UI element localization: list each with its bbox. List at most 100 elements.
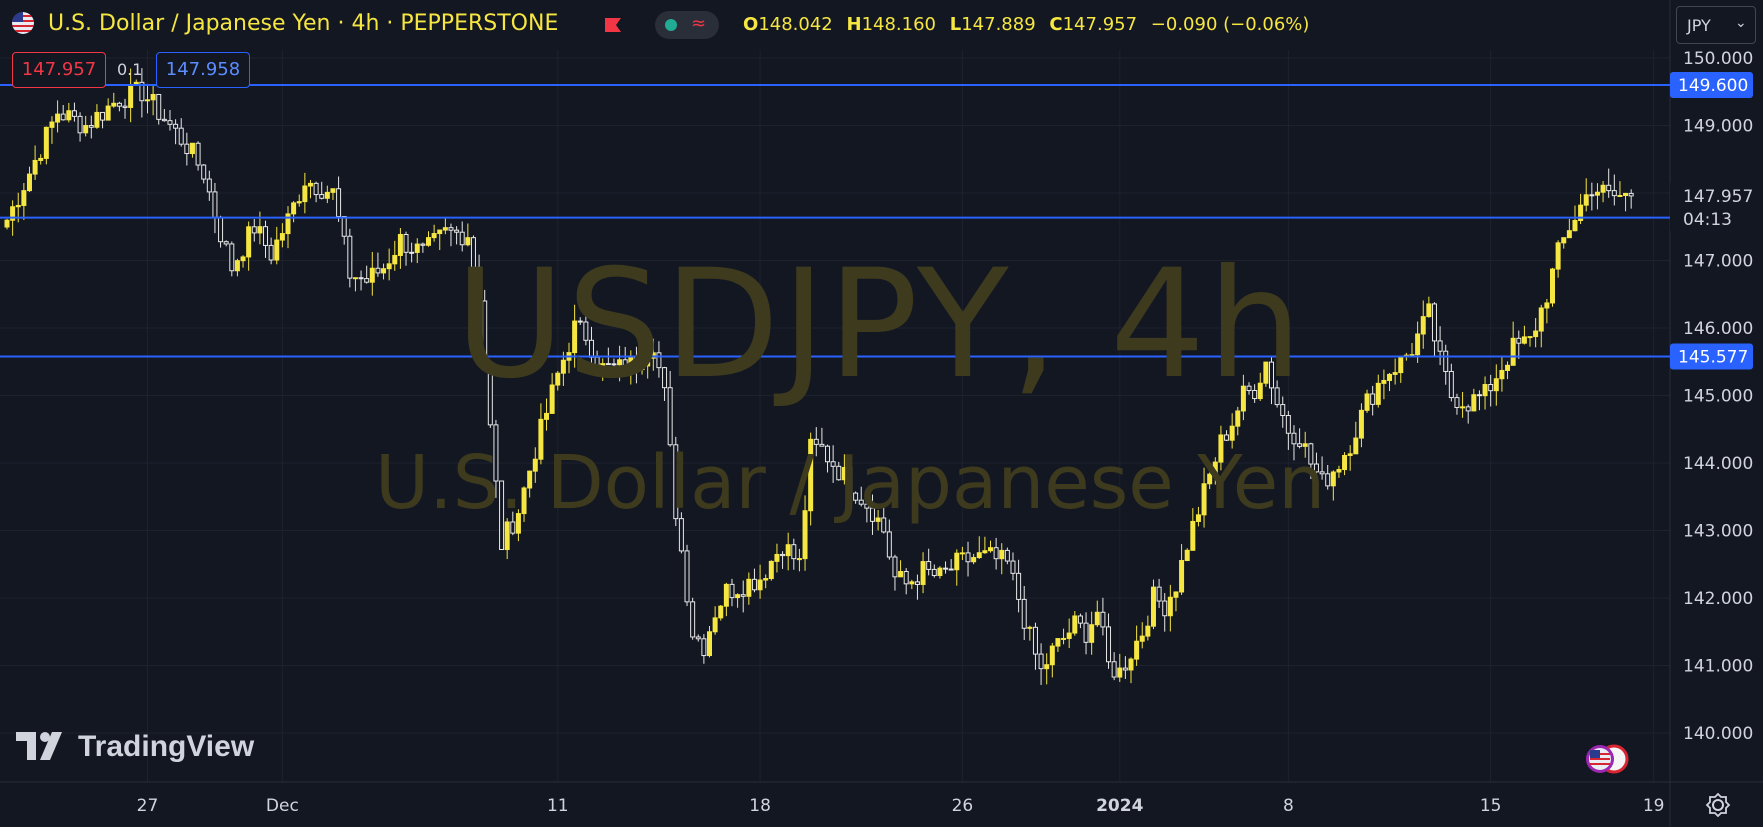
candle-body xyxy=(1083,622,1089,643)
candle-body xyxy=(735,594,741,599)
candle-body xyxy=(943,567,949,570)
candle-body xyxy=(1387,373,1393,381)
x-tick-label: 19 xyxy=(1643,796,1665,816)
candle-body xyxy=(77,115,83,134)
candle-body xyxy=(364,278,370,283)
y-tick-label: 146.000 xyxy=(1683,319,1753,339)
candle-body xyxy=(718,605,724,619)
candle-body xyxy=(319,194,325,199)
candle-body xyxy=(1150,586,1156,627)
candle-body xyxy=(774,553,780,562)
price-axis[interactable]: 140.000 141.000 142.000 143.000 144.000 145.0… xyxy=(1670,49,1758,744)
candle-body xyxy=(414,243,420,253)
tradingview-logo[interactable]: TradingView xyxy=(16,730,254,766)
candle-body xyxy=(886,531,892,558)
candle-body xyxy=(1134,640,1140,660)
candle-body xyxy=(347,235,353,279)
candle-body xyxy=(1606,184,1612,192)
price-chart[interactable]: 140.000 141.000 142.000 143.000 144.000 145.0… xyxy=(0,0,1763,827)
candle-body xyxy=(105,105,111,121)
candle-body xyxy=(898,571,904,578)
candle-body xyxy=(307,182,313,187)
candle-body xyxy=(976,552,982,559)
y-tick-label: 149.000 xyxy=(1683,117,1753,137)
candle-body xyxy=(1179,560,1185,593)
candle-body xyxy=(1173,591,1179,598)
candle-body xyxy=(1106,626,1112,663)
candle-body xyxy=(291,202,297,215)
candle-body xyxy=(785,544,791,557)
candle-body xyxy=(1550,268,1555,304)
candle-body xyxy=(988,547,993,552)
candle-body xyxy=(796,558,802,561)
candle-body xyxy=(993,547,999,560)
candle-body xyxy=(173,123,179,129)
time-axis[interactable]: 27 Dec 11 18 26 2024 8 15 19 xyxy=(137,796,1665,816)
candle-body xyxy=(122,105,128,108)
candle-body xyxy=(965,552,971,563)
candle-body xyxy=(369,267,375,283)
candle-body xyxy=(707,631,712,657)
candle-body xyxy=(49,121,55,128)
candle-body xyxy=(1032,626,1038,655)
candle-body xyxy=(1583,194,1589,206)
gear-icon[interactable] xyxy=(1705,792,1731,818)
x-tick-label: 11 xyxy=(547,796,569,816)
candle-body xyxy=(1066,632,1072,639)
sell-price-button[interactable]: 147.957 xyxy=(12,52,106,88)
candle-body xyxy=(1533,330,1539,338)
x-tick-label: 27 xyxy=(137,796,159,816)
currency-label: JPY xyxy=(1687,16,1711,35)
candle-body xyxy=(268,244,274,261)
y-tick-label: 145.000 xyxy=(1683,387,1753,407)
candle-body xyxy=(274,239,280,261)
candle-body xyxy=(302,185,308,203)
candle-body xyxy=(1347,453,1353,456)
candle-body xyxy=(358,277,364,280)
candle-body xyxy=(937,567,943,577)
candle-body xyxy=(1336,469,1342,473)
market-status-pill[interactable]: ≈ xyxy=(655,11,719,39)
x-tick-label: 26 xyxy=(952,796,974,816)
candle-body xyxy=(403,234,409,253)
candle-body xyxy=(1426,303,1432,318)
candle-body xyxy=(1409,354,1415,357)
tradingview-logo-icon xyxy=(16,732,62,760)
candle-body xyxy=(1375,382,1381,405)
candle-body xyxy=(1100,611,1106,628)
candle-body xyxy=(1049,645,1055,666)
buy-price-button[interactable]: 147.958 xyxy=(156,52,250,88)
us-flag-icon[interactable] xyxy=(12,12,34,34)
symbol-title[interactable]: U.S. Dollar / Japanese Yen · 4h · PEPPER… xyxy=(48,11,558,36)
candle-body xyxy=(757,579,763,591)
candle-body xyxy=(431,233,437,239)
candle-body xyxy=(1330,471,1336,487)
currency-select[interactable]: JPY ⌄ xyxy=(1676,6,1756,44)
candle-body xyxy=(296,201,302,204)
candle-body xyxy=(60,113,66,121)
flag-marker-icon[interactable] xyxy=(603,16,623,34)
candle-body xyxy=(352,277,358,280)
candle-body xyxy=(948,568,954,571)
candle-body xyxy=(43,126,49,159)
candle-body xyxy=(1117,667,1123,678)
candle-body xyxy=(257,226,263,234)
candle-body xyxy=(1521,336,1527,344)
spread-value: 0.1 xyxy=(117,60,143,79)
ohlc-low: L147.889 xyxy=(949,14,1036,35)
compare-symbols-icon[interactable] xyxy=(1584,744,1630,774)
candle-body xyxy=(392,254,398,265)
candle-body xyxy=(212,191,218,218)
candle-body xyxy=(1077,615,1083,624)
candle-body xyxy=(420,243,426,246)
candle-body xyxy=(313,182,319,196)
candle-body xyxy=(982,550,988,554)
candle-body xyxy=(1016,572,1022,600)
chevron-down-icon: ⌄ xyxy=(1735,15,1747,31)
candle-body xyxy=(1370,393,1376,405)
candle-body xyxy=(1285,415,1291,434)
candle-body xyxy=(161,118,167,122)
candle-body xyxy=(1611,190,1617,197)
candle-body xyxy=(1364,393,1370,411)
ohlc-high: H148.160 xyxy=(846,14,936,35)
